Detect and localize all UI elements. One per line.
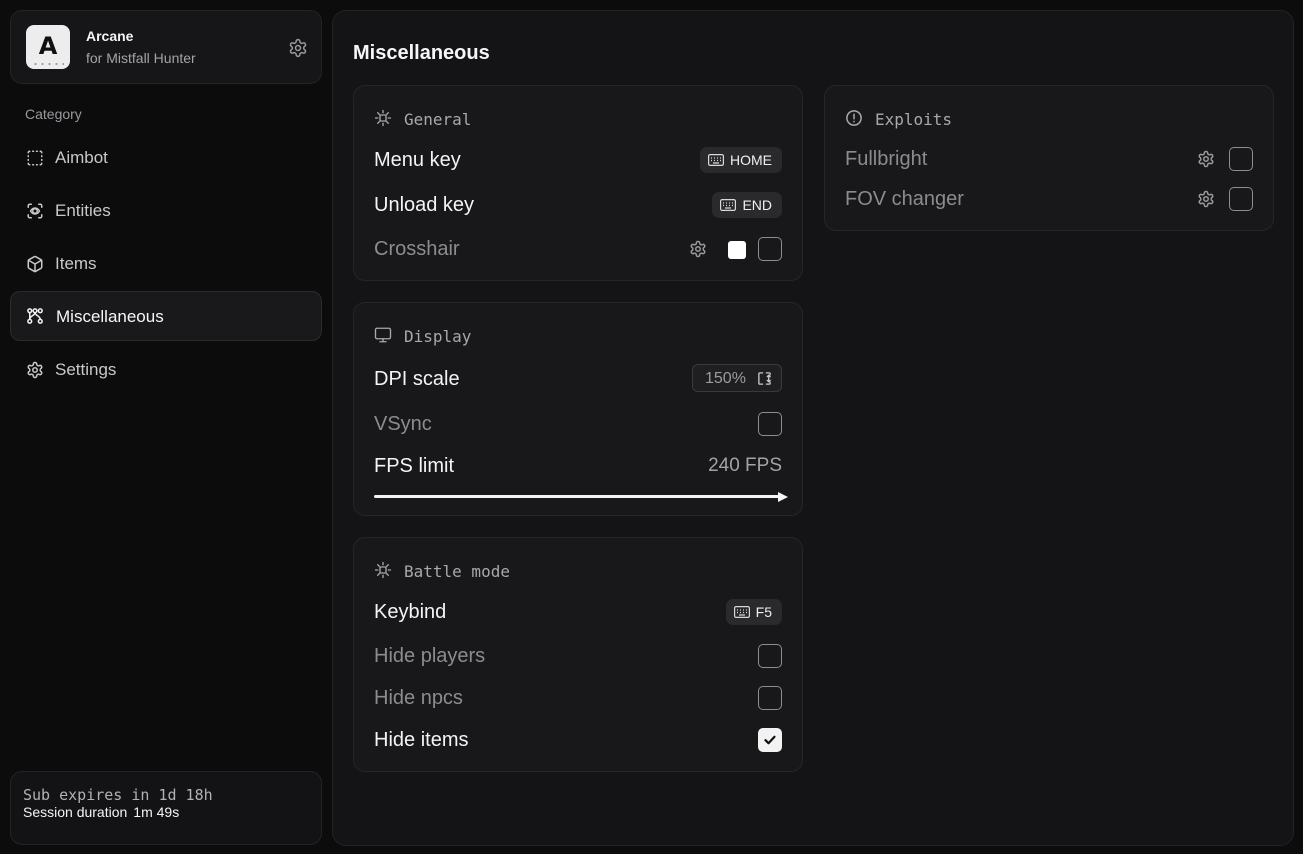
card-title: General	[404, 110, 472, 129]
hide-items-label: Hide items	[374, 729, 469, 751]
fullbright-label: Fullbright	[845, 148, 928, 170]
app-logo: A	[26, 25, 70, 69]
vsync-checkbox[interactable]	[758, 412, 782, 436]
sidebar-item-settings[interactable]: Settings	[10, 345, 322, 395]
sidebar-item-label: Entities	[55, 201, 111, 220]
unload-key-label: Unload key	[374, 194, 475, 216]
scan-target-icon	[27, 203, 43, 219]
battle-mode-card: Battle mode Keybind F5 Hide players Hide…	[353, 537, 803, 772]
alert-circle-icon	[846, 110, 862, 126]
hide-npcs-checkbox[interactable]	[758, 686, 782, 710]
card-title: Display	[404, 327, 472, 346]
hide-players-row: Hide players	[374, 641, 782, 671]
fps-slider-track	[374, 495, 780, 498]
main-panel: Miscellaneous General Menu key HOME Unlo…	[332, 10, 1294, 846]
menu-key-button[interactable]: HOME	[700, 147, 782, 173]
keyboard-icon	[720, 199, 737, 211]
crosshair-label: Crosshair	[374, 238, 460, 260]
exploits-card: Exploits Fullbright FOV changer	[824, 85, 1274, 231]
check-icon	[764, 735, 776, 745]
app-window: A Arcane for Mistfall Hunter Category Ai…	[0, 0, 1303, 854]
fov-changer-checkbox[interactable]	[1229, 187, 1253, 211]
focus-icon	[374, 561, 392, 579]
hide-npcs-row: Hide npcs	[374, 683, 782, 713]
sidebar-item-entities[interactable]: Entities	[10, 186, 322, 236]
card-title: Battle mode	[404, 562, 510, 581]
fullbright-row: Fullbright	[845, 144, 1253, 174]
menu-key-label: Menu key	[374, 149, 461, 171]
subscription-card: Sub expires in 1d 18h Session duration 1m…	[10, 771, 322, 845]
session-label: Session duration	[23, 804, 128, 820]
nodes-icon	[27, 308, 43, 324]
sub-expires-text: Sub expires in 1d 18h	[23, 786, 213, 804]
session-duration: Session duration 1m 49s	[23, 804, 179, 820]
dpi-scale-select[interactable]: 150%	[692, 364, 782, 392]
fps-slider[interactable]	[374, 492, 788, 502]
gear-icon[interactable]	[1197, 190, 1215, 208]
session-value: 1m 49s	[133, 804, 180, 820]
sidebar-item-aimbot[interactable]: Aimbot	[10, 133, 322, 183]
menu-key-row: Menu key HOME	[374, 145, 782, 175]
brand-subtitle: for Mistfall Hunter	[86, 50, 196, 66]
fps-label: FPS limit	[374, 455, 454, 477]
resize-icon	[758, 372, 771, 385]
keybind-label: Keybind	[374, 601, 447, 623]
hide-items-checkbox[interactable]	[758, 728, 782, 752]
hide-players-checkbox[interactable]	[758, 644, 782, 668]
gear-icon[interactable]	[689, 240, 707, 258]
keybind-button[interactable]: F5	[725, 599, 782, 625]
crosshair-row: Crosshair	[374, 234, 782, 264]
gear-icon[interactable]	[1197, 150, 1215, 168]
display-card: Display DPI scale 150% VSync FPS limit 2…	[353, 302, 803, 516]
dpi-row: DPI scale 150%	[374, 364, 782, 394]
vsync-row: VSync	[374, 409, 782, 439]
keybind-row: Keybind F5	[374, 597, 782, 627]
hide-players-label: Hide players	[374, 645, 486, 667]
crosshair-color-swatch[interactable]	[728, 241, 746, 259]
vsync-label: VSync	[374, 413, 432, 435]
menu-key-value: HOME	[730, 152, 772, 168]
dashed-square-icon	[27, 150, 43, 166]
unload-key-row: Unload key END	[374, 190, 782, 220]
fov-changer-label: FOV changer	[845, 188, 964, 210]
crosshair-checkbox[interactable]	[758, 237, 782, 261]
unload-key-button[interactable]: END	[712, 192, 782, 218]
hide-npcs-label: Hide npcs	[374, 687, 463, 709]
brand-name: Arcane	[86, 28, 134, 44]
category-label: Category	[25, 106, 82, 122]
gear-icon[interactable]	[288, 38, 308, 58]
fov-changer-row: FOV changer	[845, 184, 1253, 214]
sidebar-item-label: Aimbot	[55, 148, 108, 167]
dpi-value: 150%	[705, 370, 746, 387]
fps-value: 240 FPS	[708, 455, 782, 476]
page-title: Miscellaneous	[353, 42, 490, 64]
keybind-value: F5	[755, 604, 772, 620]
keyboard-icon	[708, 154, 724, 166]
fullbright-checkbox[interactable]	[1229, 147, 1253, 171]
keyboard-icon	[733, 606, 750, 618]
hide-items-row: Hide items	[374, 725, 782, 755]
sidebar-item-label: Settings	[55, 360, 117, 379]
general-card: General Menu key HOME Unload key END Cro…	[353, 85, 803, 281]
fps-slider-thumb[interactable]	[778, 492, 788, 502]
fps-row: FPS limit 240 FPS	[374, 451, 782, 481]
monitor-icon	[374, 327, 392, 343]
cube-icon	[27, 255, 43, 273]
brand-card: A Arcane for Mistfall Hunter	[10, 10, 322, 84]
sidebar-item-label: Items	[55, 254, 97, 273]
sidebar: A Arcane for Mistfall Hunter Category Ai…	[0, 0, 332, 854]
focus-icon	[374, 109, 392, 127]
card-title: Exploits	[875, 110, 953, 129]
sidebar-item-miscellaneous[interactable]: Miscellaneous	[10, 291, 322, 341]
dpi-label: DPI scale	[374, 368, 460, 390]
sidebar-item-label: Miscellaneous	[56, 307, 164, 326]
sidebar-item-items[interactable]: Items	[10, 239, 322, 289]
unload-key-value: END	[742, 197, 772, 213]
gear-icon	[27, 361, 43, 379]
